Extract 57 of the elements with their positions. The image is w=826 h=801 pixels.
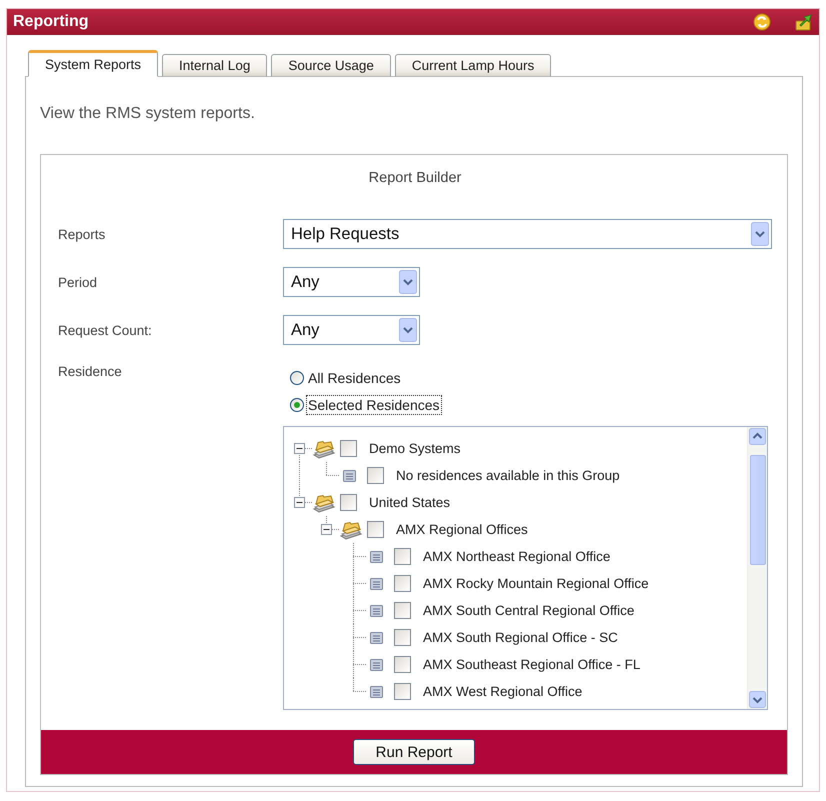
checkbox[interactable] <box>394 548 411 565</box>
tab[interactable]: Source Usage <box>271 54 391 77</box>
radio-button[interactable] <box>290 398 304 412</box>
dropdown[interactable]: Help Requests <box>283 219 772 249</box>
device-box-icon <box>370 658 383 670</box>
sync-icon[interactable] <box>753 13 771 31</box>
tab[interactable]: Internal Log <box>162 54 268 77</box>
scroll-down-button[interactable] <box>749 691 766 708</box>
description-text: View the RMS system reports. <box>40 104 256 124</box>
checkbox[interactable] <box>394 629 411 646</box>
checkbox[interactable] <box>394 602 411 619</box>
field-label: Residence <box>58 364 123 379</box>
field-label: Request Count: <box>58 322 153 338</box>
checkbox[interactable] <box>340 440 357 457</box>
device-box-icon <box>370 686 383 698</box>
tree-item-label[interactable]: AMX South Central Regional Office <box>423 603 634 618</box>
run-report-button[interactable]: Run Report <box>353 739 475 765</box>
radio-label[interactable]: All Residences <box>306 368 403 388</box>
radio-label[interactable]: Selected Residences <box>306 394 442 414</box>
radio-button[interactable] <box>290 370 304 384</box>
device-box-icon <box>370 604 383 616</box>
folder-stack-icon <box>340 520 362 540</box>
checkbox[interactable] <box>394 575 411 592</box>
tree-item-label[interactable]: AMX Southeast Regional Office - FL <box>423 657 640 672</box>
device-box-icon <box>370 550 383 562</box>
folder-stack-icon <box>313 492 335 512</box>
tree-item-label[interactable]: Demo Systems <box>369 441 461 456</box>
device-box-icon <box>370 578 383 590</box>
checkbox[interactable] <box>340 494 357 511</box>
tree-item-label[interactable]: AMX Northeast Regional Office <box>423 549 610 564</box>
tree-item-label[interactable]: United States <box>369 495 450 510</box>
tree-item-label[interactable]: AMX South Regional Office - SC <box>423 630 618 645</box>
collapse-icon[interactable] <box>321 524 332 535</box>
dropdown[interactable]: Any <box>283 315 420 345</box>
tab[interactable]: Current Lamp Hours <box>394 54 552 77</box>
export-icon[interactable] <box>795 13 813 31</box>
scroll-up-button[interactable] <box>749 428 766 445</box>
collapse-icon[interactable] <box>294 497 305 508</box>
tree-item-label[interactable]: AMX Rocky Mountain Regional Office <box>423 576 649 591</box>
device-box-icon <box>370 632 383 644</box>
tree-item-label[interactable]: No residences available in this Group <box>396 468 620 483</box>
tab[interactable]: System Reports <box>28 50 158 77</box>
report-builder-title: Report Builder <box>368 169 462 187</box>
dropdown[interactable]: Any <box>283 267 420 297</box>
field-label: Reports <box>58 226 106 242</box>
scrollbar-thumb[interactable] <box>750 455 766 565</box>
window-title: Reporting <box>13 13 89 31</box>
checkbox[interactable] <box>367 521 384 538</box>
device-box-icon <box>343 470 356 482</box>
checkbox[interactable] <box>367 467 384 484</box>
checkbox[interactable] <box>394 683 411 700</box>
folder-stack-icon <box>313 438 335 458</box>
field-label: Period <box>58 274 98 290</box>
collapse-icon[interactable] <box>294 443 305 454</box>
checkbox[interactable] <box>394 656 411 673</box>
tree-item-label[interactable]: AMX West Regional Office <box>423 684 582 699</box>
tree-item-label[interactable]: AMX Regional Offices <box>396 522 528 537</box>
